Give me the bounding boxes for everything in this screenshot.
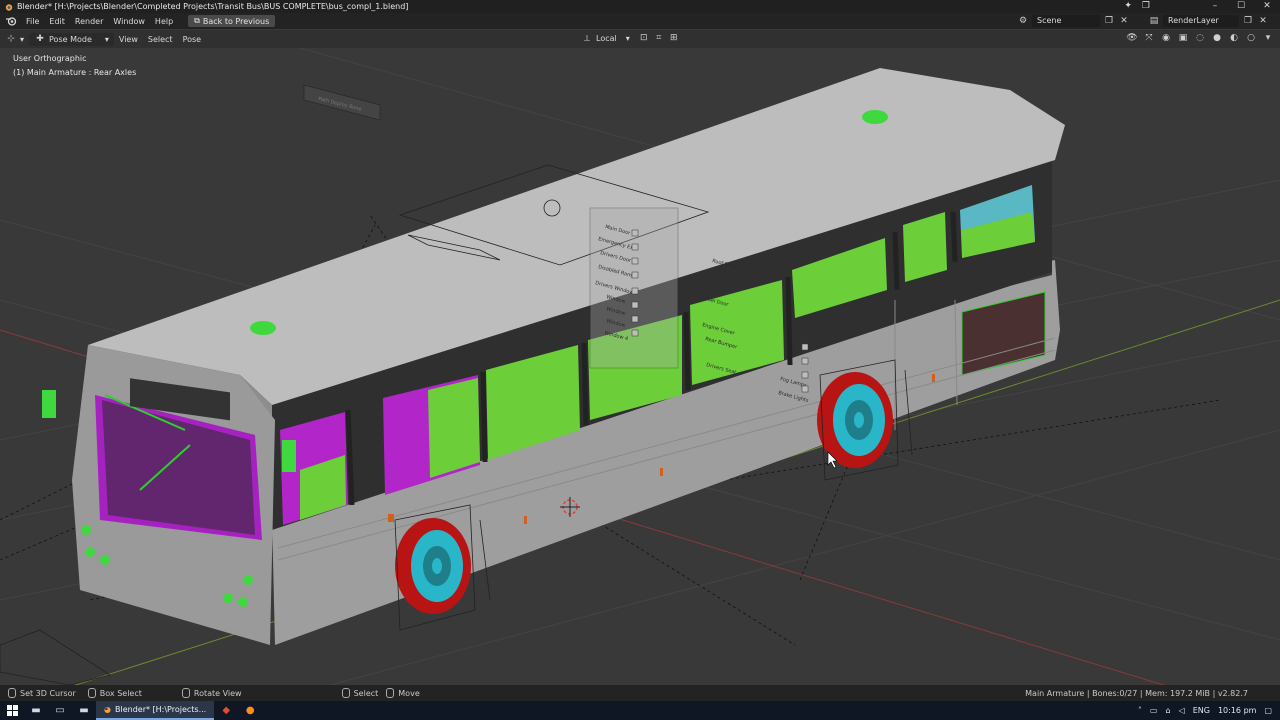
roof-fan-front <box>250 321 276 335</box>
pose-mode-icon: ✚ <box>36 34 44 44</box>
menu-window[interactable]: Window <box>108 17 150 26</box>
left-mirror <box>42 390 56 418</box>
roof-fan-rear <box>862 110 888 124</box>
minimize-icon[interactable]: – <box>1202 0 1228 13</box>
notifications-icon[interactable]: ▢ <box>1264 706 1272 715</box>
tray-chevron-icon[interactable]: ˄ <box>1138 706 1142 715</box>
language-indicator[interactable]: ENG <box>1193 706 1210 715</box>
close-icon[interactable]: ✕ <box>1254 0 1280 13</box>
file-explorer-icon[interactable]: ▭ <box>48 701 72 720</box>
volume-icon[interactable]: ◁ <box>1179 706 1185 715</box>
os-taskbar: ▬ ▭ ▬ ◕ Blender* [H:\Projects... ◆ ● ˄ ▭… <box>0 701 1280 720</box>
visibility-icon[interactable]: 👁 <box>1126 32 1138 44</box>
menu-file[interactable]: File <box>21 17 44 26</box>
pivot-icon[interactable]: ⊡ <box>638 32 650 44</box>
editor-type-icon: ⊹ <box>7 34 15 44</box>
mouse-drag-icon <box>87 688 96 698</box>
scene-icon: ⚙ <box>1018 16 1028 26</box>
blender-logo-icon <box>5 3 13 11</box>
scene-canvas[interactable]: Main Door Emergency Exit Drivers Door Di… <box>0 48 1280 685</box>
active-object-label: (1) Main Armature : Rear Axles <box>13 68 137 77</box>
status-box-select: Box Select <box>87 688 142 698</box>
shading-rendered-icon[interactable]: ○ <box>1245 32 1257 44</box>
mouse-right-icon <box>341 688 350 698</box>
front-wheel <box>395 518 471 614</box>
menu-select[interactable]: Select <box>143 33 178 46</box>
system-tray: ˄ ▭ ⌂ ◁ ENG 10:16 pm ▢ <box>1138 701 1280 720</box>
path-deploy-bone: Path Deploy Bone <box>303 84 381 121</box>
new-scene-icon[interactable]: ❐ <box>1103 15 1115 27</box>
delete-scene-icon[interactable]: ✕ <box>1118 15 1130 27</box>
orientation-icon: ⟂ <box>583 33 590 44</box>
window-switch-icon[interactable]: ❐ <box>1142 0 1150 13</box>
desktop-icon[interactable]: ▬ <box>24 701 48 720</box>
3d-viewport[interactable]: Main Door Emergency Exit Drivers Door Di… <box>0 48 1280 685</box>
render-layer-icon: ▤ <box>1149 16 1159 26</box>
window-titlebar: Blender* [H:\Projects\Blender\Completed … <box>0 0 1280 13</box>
window-title: Blender* [H:\Projects\Blender\Completed … <box>17 2 409 11</box>
menu-pose[interactable]: Pose <box>178 33 207 46</box>
scene-stats: Main Armature | Bones:0/27 | Mem: 197.2 … <box>1025 688 1248 698</box>
top-menubar: File Edit Render Window Help ⧉ Back to P… <box>0 13 1280 29</box>
render-layer-selector[interactable]: ▤ RenderLayer ❐ ✕ <box>1148 15 1269 27</box>
back-to-previous-label: Back to Previous <box>202 16 270 26</box>
status-set-cursor: Set 3D Cursor <box>8 688 76 698</box>
menu-view[interactable]: View <box>114 33 143 46</box>
mouse-left-icon <box>8 688 16 698</box>
battery-icon[interactable]: ▭ <box>1150 706 1158 715</box>
snap-target-icon[interactable]: ⊞ <box>668 32 680 44</box>
blender-menu-icon[interactable] <box>5 15 17 27</box>
taskbar-app-label: Blender* [H:\Projects... <box>114 705 207 714</box>
orientation-label: Local <box>596 34 617 43</box>
scene-selector[interactable]: ⚙ Scene ❐ ✕ <box>1017 15 1130 27</box>
git-app-icon[interactable]: ◆ <box>214 701 238 720</box>
mode-selector[interactable]: ✚ Pose Mode ▾ <box>29 32 114 46</box>
scene-name-field[interactable]: Scene <box>1032 15 1100 27</box>
shading-material-icon[interactable]: ◐ <box>1228 32 1240 44</box>
xray-icon[interactable]: ▣ <box>1177 32 1189 44</box>
delete-layer-icon[interactable]: ✕ <box>1257 15 1269 27</box>
snap-icon[interactable]: ⌗ <box>653 32 665 44</box>
firefox-icon[interactable]: ● <box>238 701 262 720</box>
network-icon[interactable]: ⌂ <box>1165 706 1170 715</box>
ground-plate <box>0 629 111 685</box>
windows-start-icon[interactable] <box>0 701 24 720</box>
viewport-header: ⊹ ▾ ✚ Pose Mode ▾ View Select Pose ⟂ Loca… <box>0 30 1280 48</box>
status-move: Move <box>386 688 420 698</box>
overlay-icon[interactable]: ◉ <box>1160 32 1172 44</box>
transform-orientation-selector[interactable]: ⟂ Local ▾ <box>576 32 635 45</box>
maximize-icon[interactable]: ☐ <box>1228 0 1254 13</box>
mouse-middle-icon <box>181 688 190 698</box>
blender-taskbar-icon: ◕ <box>104 705 111 714</box>
render-layer-field[interactable]: RenderLayer <box>1163 15 1239 27</box>
fullscreen-icon: ⧉ <box>194 16 200 25</box>
menu-edit[interactable]: Edit <box>44 17 70 26</box>
menu-help[interactable]: Help <box>150 17 178 26</box>
mouse-move-icon <box>386 688 395 698</box>
menu-render[interactable]: Render <box>70 17 108 26</box>
pin-icon[interactable]: ✦ <box>1124 0 1132 13</box>
taskbar-blender-app[interactable]: ◕ Blender* [H:\Projects... <box>96 701 215 720</box>
taskview-icon[interactable]: ▬ <box>72 701 96 720</box>
view-name-label: User Orthographic <box>13 54 87 63</box>
editor-type-button[interactable]: ⊹ ▾ <box>0 33 29 46</box>
back-to-previous-button[interactable]: ⧉ Back to Previous <box>188 15 276 27</box>
gizmo-icon[interactable]: ⤧ <box>1143 32 1155 44</box>
shading-wireframe-icon[interactable]: ◌ <box>1194 32 1206 44</box>
status-select: Select <box>341 688 378 698</box>
clock[interactable]: 10:16 pm <box>1218 706 1256 715</box>
status-bar: Set 3D Cursor Box Select Rotate View Sel… <box>0 685 1280 701</box>
status-rotate-view: Rotate View <box>181 688 242 698</box>
right-mirror <box>282 440 296 472</box>
new-layer-icon[interactable]: ❐ <box>1242 15 1254 27</box>
shading-options-icon[interactable]: ▾ <box>1262 32 1274 44</box>
shading-solid-icon[interactable]: ● <box>1211 32 1223 44</box>
mode-label: Pose Mode <box>49 34 92 44</box>
